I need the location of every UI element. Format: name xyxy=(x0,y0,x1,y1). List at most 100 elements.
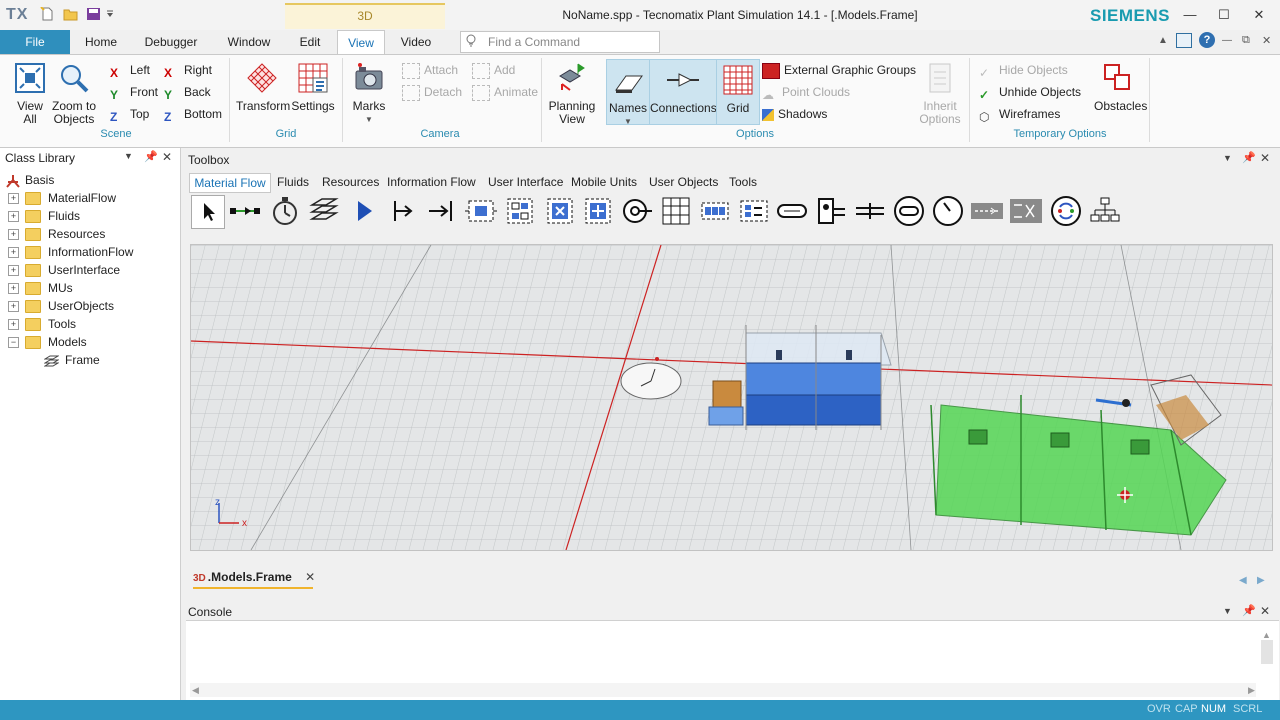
layout-icon[interactable] xyxy=(1176,33,1192,48)
grid-toggle-button[interactable]: Grid xyxy=(716,59,760,125)
maximize-icon[interactable]: ☐ xyxy=(1214,6,1234,24)
expand-icon[interactable]: + xyxy=(8,211,19,223)
attach-button[interactable]: Attach xyxy=(402,61,458,79)
console-hscrollbar[interactable] xyxy=(190,683,1256,697)
ribbon-minimize-icon[interactable]: — xyxy=(1222,35,1232,46)
hide-objects-button[interactable]: ✓ Hide Objects xyxy=(979,61,1068,80)
document-tab-frame[interactable]: 3D .Models.Frame ✕ xyxy=(193,570,315,584)
eventcontroller-icon[interactable] xyxy=(269,195,301,227)
unhide-objects-button[interactable]: ✓ Unhide Objects xyxy=(979,83,1081,102)
turnplate-icon[interactable] xyxy=(932,195,964,227)
panel-close-icon[interactable]: ✕ xyxy=(162,150,172,164)
shadows-button[interactable]: Shadows xyxy=(762,105,827,123)
tree-item-resources[interactable]: + Resources xyxy=(8,225,105,243)
drain-icon[interactable] xyxy=(387,195,419,227)
tab-material-flow[interactable]: Material Flow xyxy=(189,173,271,193)
add-camera-button[interactable]: Add xyxy=(472,61,515,79)
open-icon[interactable] xyxy=(63,7,78,21)
frame-icon[interactable] xyxy=(308,195,340,227)
assembly-icon[interactable] xyxy=(544,195,576,227)
tree-item-frame[interactable]: Frame xyxy=(43,351,100,369)
connector-icon[interactable] xyxy=(229,195,261,227)
expand-icon[interactable]: + xyxy=(8,193,19,205)
scroll-right-icon[interactable]: ▶ xyxy=(1257,575,1265,586)
tab-video[interactable]: Video xyxy=(394,30,438,54)
ribbon-close-icon[interactable]: ✕ xyxy=(1262,34,1271,47)
track-icon[interactable] xyxy=(854,195,886,227)
tree-root-basis[interactable]: Basis xyxy=(5,171,54,189)
tab-window[interactable]: Window xyxy=(220,30,278,54)
angular-converter-icon[interactable] xyxy=(815,195,847,227)
new-file-icon[interactable] xyxy=(40,7,55,21)
sorter-icon[interactable] xyxy=(738,195,770,227)
tab-tools[interactable]: Tools xyxy=(729,173,757,191)
zoom-to-objects-button[interactable]: Zoom to Objects xyxy=(52,62,96,126)
view-front-button[interactable]: Y Front xyxy=(110,83,158,102)
tree-item-materialflow[interactable]: + MaterialFlow xyxy=(8,189,116,207)
tree-item-tools[interactable]: + Tools xyxy=(8,315,76,333)
document-tab-close-icon[interactable]: ✕ xyxy=(305,570,315,584)
buffer-icon[interactable] xyxy=(699,195,731,227)
tab-fluids[interactable]: Fluids xyxy=(277,173,309,191)
app-logo[interactable]: TX xyxy=(6,6,28,24)
customize-qat-icon[interactable] xyxy=(106,9,114,19)
grid-transform-button[interactable]: Transform xyxy=(236,62,290,113)
3d-viewport[interactable]: z x xyxy=(190,244,1273,551)
expand-icon[interactable]: + xyxy=(8,301,19,313)
pointer-icon[interactable] xyxy=(191,195,225,229)
source-box-model[interactable] xyxy=(708,380,744,426)
view-all-button[interactable]: View All xyxy=(12,62,48,126)
ribbon-restore-icon[interactable]: ⧉ xyxy=(1242,34,1250,47)
console-scroll-right-icon[interactable]: ▶ xyxy=(1248,685,1255,696)
tab-edit[interactable]: Edit xyxy=(291,30,329,54)
view-back-button[interactable]: Y Back xyxy=(164,83,211,102)
tree-item-mus[interactable]: + MUs xyxy=(8,279,73,297)
help-icon[interactable]: ? xyxy=(1199,32,1215,48)
view-right-button[interactable]: X Right xyxy=(164,61,212,80)
console-scroll-left-icon[interactable]: ◀ xyxy=(192,685,199,696)
tab-information-flow[interactable]: Information Flow xyxy=(387,173,476,191)
tab-file[interactable]: File xyxy=(0,30,70,54)
expand-icon[interactable]: + xyxy=(8,319,19,331)
processing-station-model[interactable] xyxy=(745,325,892,430)
source-icon[interactable] xyxy=(348,195,380,227)
parallelproc-icon[interactable] xyxy=(504,195,536,227)
singleproc-icon[interactable] xyxy=(465,195,497,227)
dismantle-icon[interactable] xyxy=(582,195,614,227)
names-button[interactable]: Names ▼ xyxy=(606,59,650,126)
hierarchy-icon[interactable] xyxy=(1089,195,1121,227)
panel-menu-icon[interactable]: ▼ xyxy=(124,151,133,161)
planning-view-button[interactable]: Planning View xyxy=(546,62,598,126)
save-icon[interactable] xyxy=(86,7,101,21)
view-top-button[interactable]: Z Top xyxy=(110,105,149,124)
line-icon[interactable] xyxy=(776,195,808,227)
inherit-options-button[interactable]: Inherit Options xyxy=(914,62,966,126)
external-graphic-groups-button[interactable]: External Graphic Groups xyxy=(762,61,916,79)
panel-menu-icon[interactable]: ▼ xyxy=(1223,153,1232,163)
collapse-icon[interactable]: − xyxy=(8,337,19,349)
shipping-icon[interactable] xyxy=(621,195,653,227)
tab-debugger[interactable]: Debugger xyxy=(138,30,204,54)
tab-user-interface[interactable]: User Interface xyxy=(488,173,563,191)
cycle-icon[interactable] xyxy=(1050,195,1082,227)
detach-button[interactable]: Detach xyxy=(402,83,462,101)
point-clouds-button[interactable]: ☁ Point Clouds xyxy=(762,83,850,102)
console-scroll-up-icon[interactable]: ▲ xyxy=(1262,630,1271,640)
minimize-icon[interactable]: — xyxy=(1180,6,1200,24)
panel-close-icon[interactable]: ✕ xyxy=(1260,151,1270,165)
tree-item-models[interactable]: − Models xyxy=(8,333,87,351)
scroll-left-icon[interactable]: ◀ xyxy=(1239,575,1247,586)
panel-close-icon[interactable]: ✕ xyxy=(1260,604,1270,618)
animate-button[interactable]: Animate xyxy=(472,83,538,101)
expand-icon[interactable]: + xyxy=(8,265,19,277)
pin-icon[interactable]: 📌 xyxy=(1242,604,1256,617)
turntable-icon[interactable] xyxy=(893,195,925,227)
view-left-button[interactable]: X Left xyxy=(110,61,150,80)
connections-button[interactable]: Connections xyxy=(649,59,717,125)
expand-icon[interactable]: + xyxy=(8,247,19,259)
obstacles-button[interactable]: Obstacles xyxy=(1094,62,1147,113)
flow-control-icon[interactable] xyxy=(1010,195,1042,227)
collapse-ribbon-icon[interactable]: ▲ xyxy=(1158,35,1168,46)
grid-settings-button[interactable]: Settings xyxy=(290,62,336,113)
3d-scene[interactable]: z x xyxy=(191,245,1272,550)
